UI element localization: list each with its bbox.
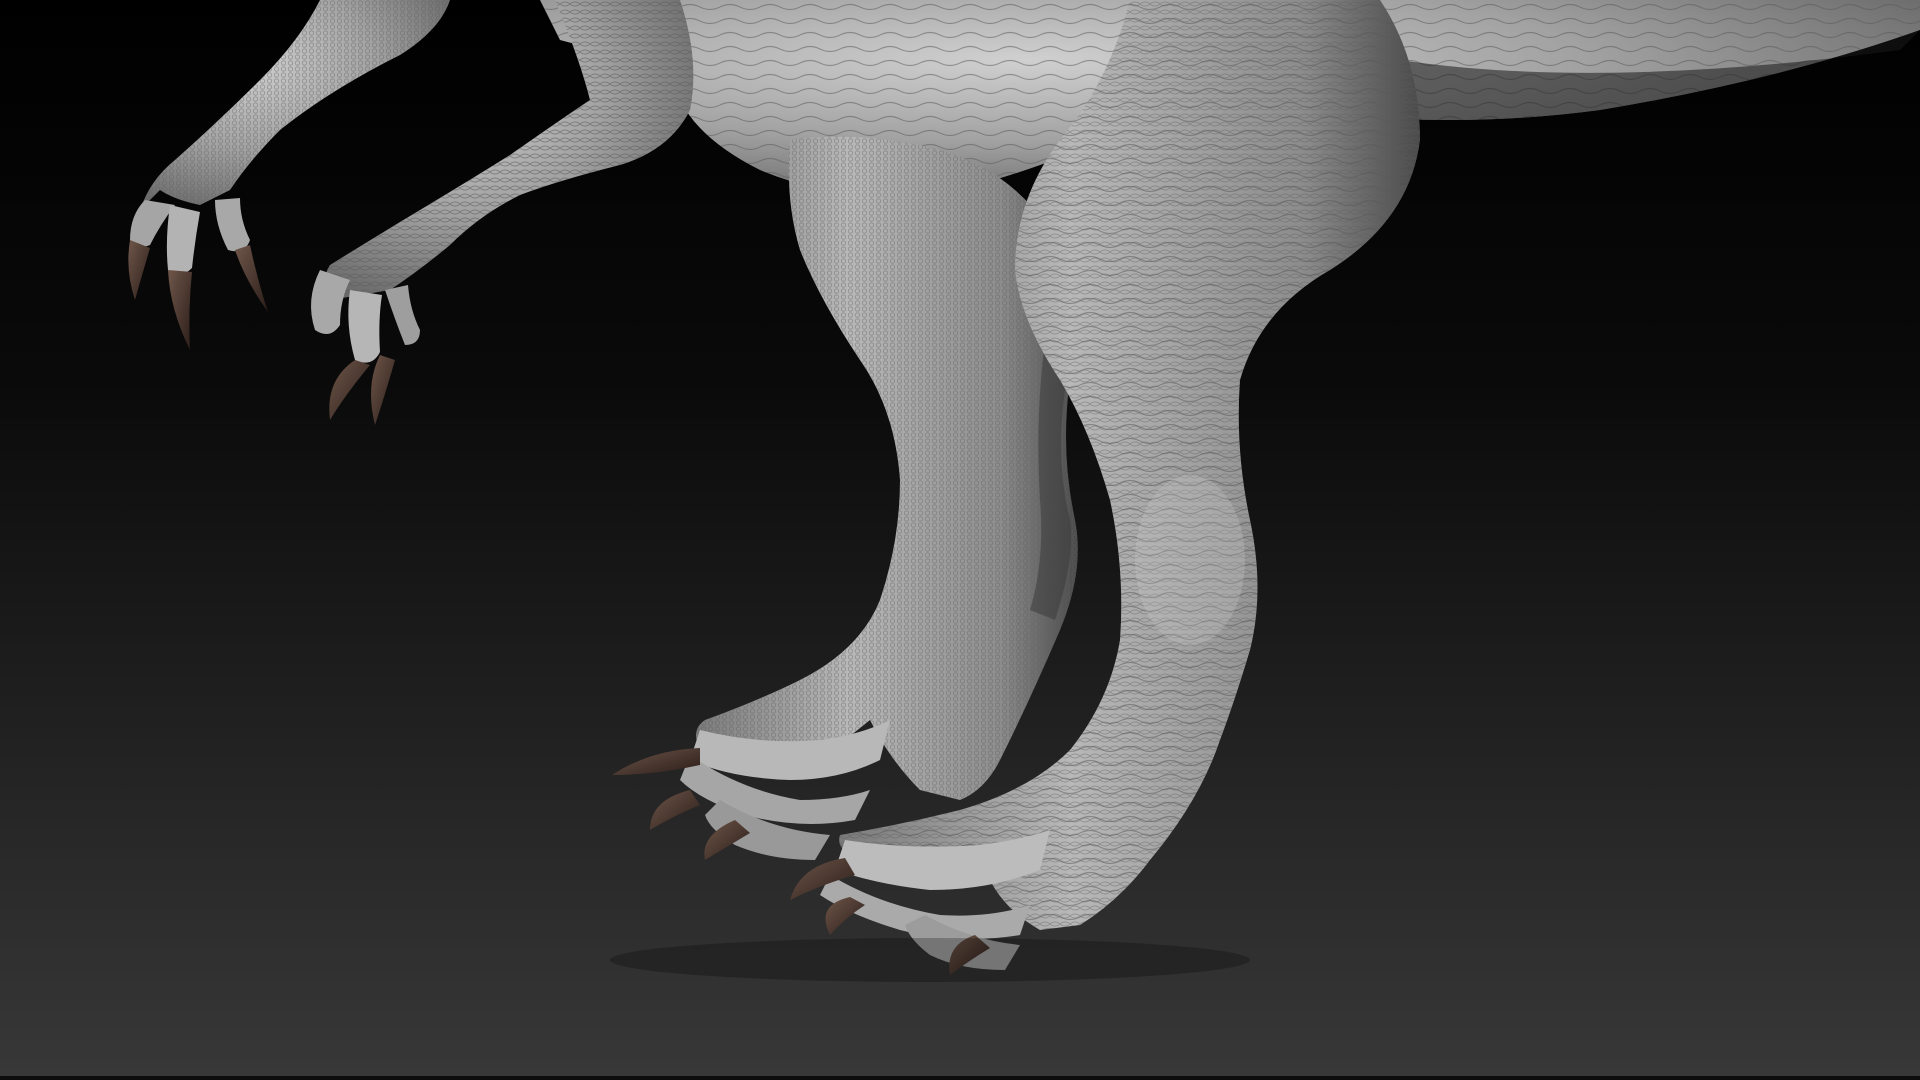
ground-shadow — [610, 938, 1250, 982]
sculpt-render — [0, 0, 1920, 1080]
bottom-edge — [0, 1076, 1920, 1080]
sculpt-viewport — [0, 0, 1920, 1080]
